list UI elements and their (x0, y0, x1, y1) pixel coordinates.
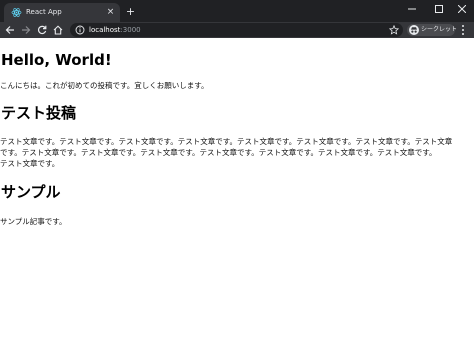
star-icon[interactable] (389, 25, 399, 35)
paragraph-line: テスト文章です。 (0, 159, 60, 168)
arrow-right-icon (22, 26, 31, 34)
reload-button[interactable] (35, 23, 49, 37)
maximize-button[interactable] (427, 2, 451, 16)
home-icon (53, 25, 63, 35)
address-bar[interactable]: localhost:3000 (70, 23, 403, 37)
incognito-badge[interactable]: シークレット (407, 24, 458, 36)
more-vert-icon[interactable] (458, 24, 468, 36)
close-icon (458, 5, 466, 13)
close-window-button[interactable] (450, 2, 474, 16)
page-content: Hello, World! こんにちは。これが初めての投稿です。宜しくお願いしま… (0, 38, 474, 339)
browser-toolbar: localhost:3000 シークレット (0, 22, 474, 38)
heading-test-post: テスト投稿 (1, 104, 77, 122)
home-button[interactable] (51, 23, 65, 37)
incognito-label: シークレット (421, 26, 458, 33)
paragraph-line: テスト文章です。テスト文章です。テスト文章です。テスト文章です。テスト文章です。… (0, 137, 453, 146)
heading-sample: サンプル (1, 183, 61, 201)
browser-titlebar: React App × + (0, 0, 474, 22)
info-icon (75, 25, 85, 35)
new-tab-button[interactable]: + (125, 6, 136, 17)
forward-button[interactable] (19, 23, 33, 37)
back-button[interactable] (3, 23, 17, 37)
maximize-icon (435, 5, 443, 13)
url-host: localhost (89, 26, 121, 34)
url-text: localhost:3000 (89, 23, 141, 37)
tab-close-icon[interactable]: × (105, 7, 116, 18)
paragraph-line: です。テスト文章です。テスト文章です。テスト文章です。テスト文章です。テスト文章… (0, 148, 437, 157)
arrow-left-icon (5, 26, 14, 34)
tab-title: React App (26, 8, 62, 16)
reload-icon (37, 25, 47, 35)
paragraph-test-text: テスト文章です。テスト文章です。テスト文章です。テスト文章です。テスト文章です。… (0, 136, 474, 169)
minimize-button[interactable] (400, 2, 424, 16)
heading-hello-world: Hello, World! (1, 51, 112, 69)
tab-react-app[interactable]: React App × (4, 3, 120, 22)
incognito-icon (409, 25, 419, 35)
minimize-icon (408, 8, 416, 10)
url-port: :3000 (120, 26, 141, 34)
react-logo-icon (11, 8, 22, 17)
paragraph-greeting: こんにちは。これが初めての投稿です。宜しくお願いします。 (0, 81, 209, 90)
paragraph-sample: サンプル記事です。 (0, 217, 67, 226)
